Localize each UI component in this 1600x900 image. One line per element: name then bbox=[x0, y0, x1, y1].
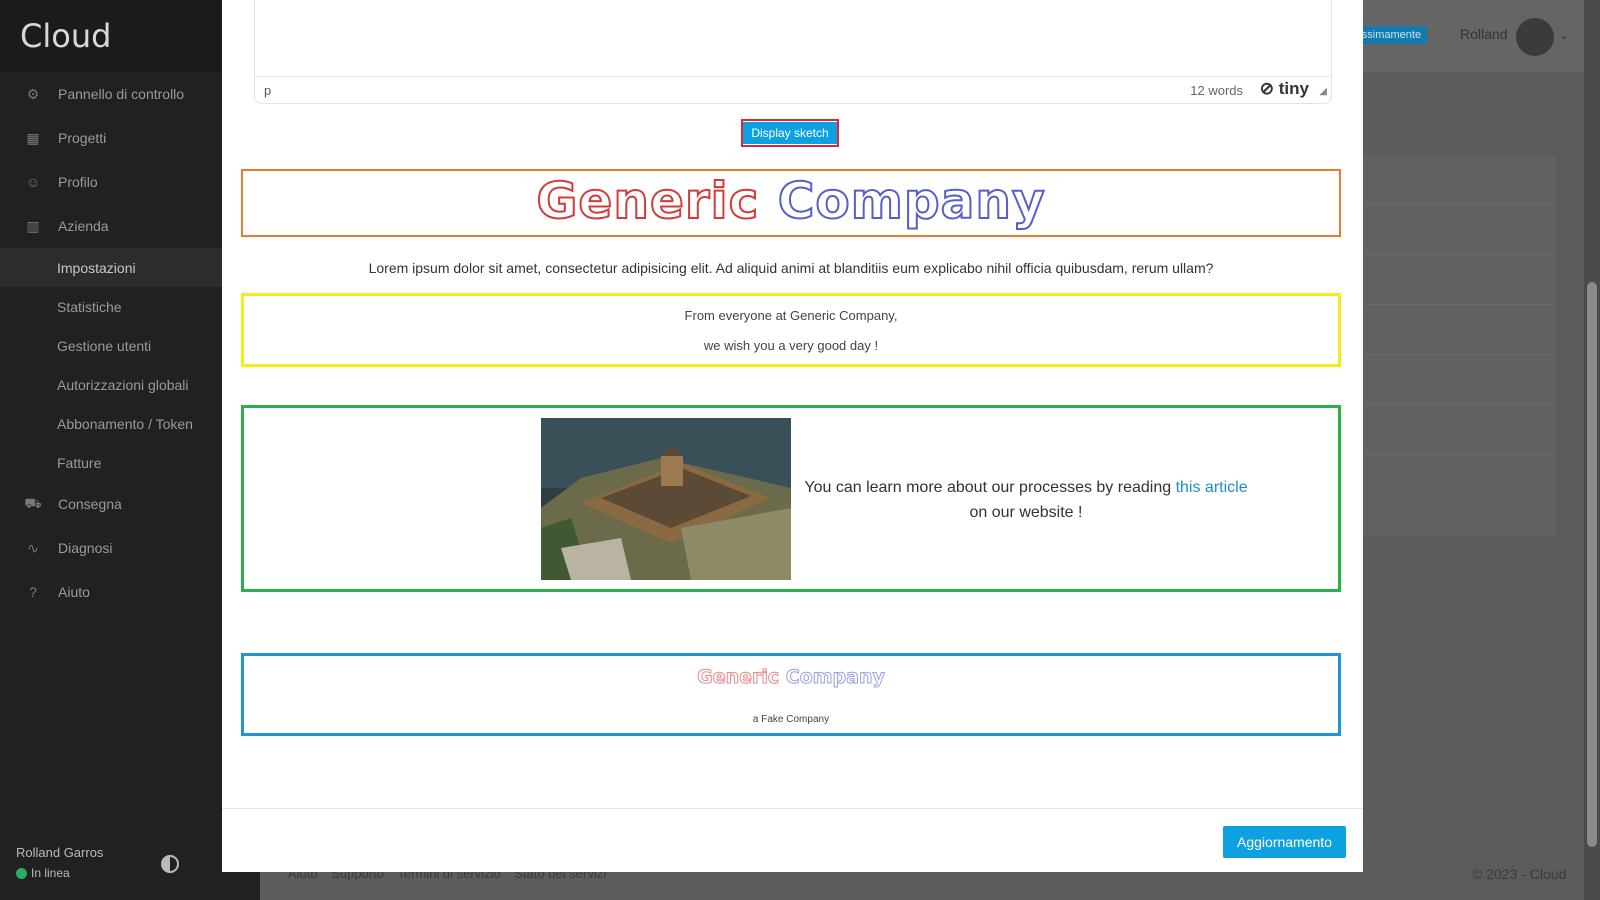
background-card bbox=[1360, 156, 1556, 536]
company-logo-small: Generic Company bbox=[241, 666, 1341, 689]
background-divider bbox=[1360, 404, 1556, 405]
sidebar-item-aiuto[interactable]: ? Aiuto bbox=[0, 570, 260, 614]
truck-icon: ⛟ bbox=[24, 494, 42, 511]
sidebar-item-label: Azienda bbox=[58, 218, 109, 234]
resize-handle-icon[interactable]: ◢ bbox=[1319, 86, 1327, 97]
sidebar-item-label: Pannello di controllo bbox=[58, 86, 185, 102]
background-divider bbox=[1360, 304, 1556, 305]
modal-footer-divider bbox=[222, 808, 1363, 809]
user-status: In linea bbox=[16, 866, 103, 880]
sidebar-user: Rolland Garros In linea bbox=[16, 845, 103, 880]
header-user-name[interactable]: Rolland bbox=[1460, 26, 1507, 42]
sidebar-item-diagnosi[interactable]: ∿ Diagnosi bbox=[0, 526, 260, 570]
greeting-line-1: From everyone at Generic Company, bbox=[684, 308, 898, 323]
sidebar-item-progetti[interactable]: ▦ Progetti bbox=[0, 116, 260, 160]
tiny-label: tiny bbox=[1278, 79, 1309, 98]
sidebar-item-label: Profilo bbox=[58, 174, 98, 190]
footer-copyright: © 2023 - Cloud bbox=[1472, 866, 1567, 882]
update-button[interactable]: Aggiornamento bbox=[1223, 826, 1346, 858]
chevron-down-icon[interactable]: ⌄ bbox=[1559, 28, 1569, 42]
company-logo: Generic Company bbox=[241, 171, 1341, 231]
nav-after: ⛟ Consegna ∿ Diagnosi ? Aiuto bbox=[0, 482, 260, 614]
logo-word-1: Generic bbox=[535, 171, 760, 231]
sidebar-subitem-impostazioni[interactable]: Impostazioni bbox=[0, 248, 260, 287]
article-text: You can learn more about our processes b… bbox=[800, 475, 1252, 525]
pulse-icon: ∿ bbox=[27, 539, 39, 556]
logo-small-word-2: Company bbox=[785, 666, 885, 689]
intro-text: Lorem ipsum dolor sit amet, consectetur … bbox=[368, 260, 1214, 276]
layout-icon: ▦ bbox=[26, 129, 40, 146]
brand-logo[interactable]: Cloud bbox=[0, 0, 260, 72]
editor-statusbar: p 12 words ⊘ tiny ◢ bbox=[255, 76, 1331, 103]
online-dot-icon bbox=[16, 867, 27, 879]
sidebar-item-profilo[interactable]: ☺ Profilo bbox=[0, 160, 260, 204]
sidebar-item-pannello[interactable]: ⚙ Pannello di controllo bbox=[0, 72, 260, 116]
background-divider bbox=[1360, 204, 1556, 205]
article-text-after: on our website ! bbox=[969, 504, 1083, 521]
background-divider bbox=[1360, 454, 1556, 455]
sidebar-item-azienda[interactable]: ▥ Azienda bbox=[0, 204, 260, 248]
logo-small-word-1: Generic bbox=[697, 666, 780, 689]
tiny-logo[interactable]: ⊘ tiny bbox=[1260, 79, 1309, 99]
background-divider bbox=[1360, 354, 1556, 355]
sidebar-subitem-abbonamento[interactable]: Abbonamento / Token bbox=[0, 404, 260, 443]
sidebar-subitem-autorizzazioni[interactable]: Autorizzazioni globali bbox=[0, 365, 260, 404]
scrollbar-thumb[interactable] bbox=[1587, 282, 1597, 847]
abbey-illustration bbox=[541, 418, 791, 580]
avatar[interactable] bbox=[1516, 18, 1554, 56]
element-path[interactable]: p bbox=[264, 83, 271, 98]
user-icon: ☺ bbox=[25, 174, 41, 190]
building-icon: ▥ bbox=[26, 217, 40, 234]
article-text-before: You can learn more about our processes b… bbox=[804, 479, 1176, 496]
greeting-block bbox=[241, 293, 1341, 367]
user-name: Rolland Garros bbox=[16, 845, 104, 860]
greeting-line-2: we wish you a very good day ! bbox=[703, 338, 879, 353]
logo-word-2: Company bbox=[777, 171, 1046, 231]
sidebar-subitem-fatture[interactable]: Fatture bbox=[0, 443, 260, 482]
background-divider bbox=[1360, 254, 1556, 255]
word-count[interactable]: 12 words bbox=[1190, 83, 1243, 98]
sidebar-item-label: Diagnosi bbox=[58, 540, 113, 556]
contrast-toggle-icon[interactable] bbox=[161, 855, 179, 873]
sidebar: Cloud ⚙ Pannello di controllo ▦ Progetti ☺… bbox=[0, 0, 260, 900]
rich-text-editor[interactable]: p 12 words ⊘ tiny ◢ bbox=[254, 0, 1332, 104]
tagline: a Fake Company bbox=[752, 714, 830, 725]
sliders-icon: ⚙ bbox=[26, 85, 40, 102]
display-sketch-label: Display sketch bbox=[743, 122, 837, 144]
display-sketch-button[interactable]: Display sketch bbox=[741, 119, 839, 147]
sidebar-subitem-statistiche[interactable]: Statistiche bbox=[0, 287, 260, 326]
sidebar-item-label: Progetti bbox=[58, 130, 107, 146]
help-icon: ? bbox=[29, 584, 37, 600]
nav-sub: Impostazioni Statistiche Gestione utenti… bbox=[0, 248, 260, 482]
user-status-label: In linea bbox=[31, 866, 70, 880]
sidebar-item-label: Aiuto bbox=[58, 584, 90, 600]
abbey-image bbox=[541, 418, 791, 580]
sidebar-item-label: Consegna bbox=[58, 496, 122, 512]
nav-main: ⚙ Pannello di controllo ▦ Progetti ☺ Profil… bbox=[0, 72, 260, 248]
sidebar-item-consegna[interactable]: ⛟ Consegna bbox=[0, 482, 260, 526]
sidebar-subitem-gestione-utenti[interactable]: Gestione utenti bbox=[0, 326, 260, 365]
article-link[interactable]: this article bbox=[1176, 479, 1248, 496]
